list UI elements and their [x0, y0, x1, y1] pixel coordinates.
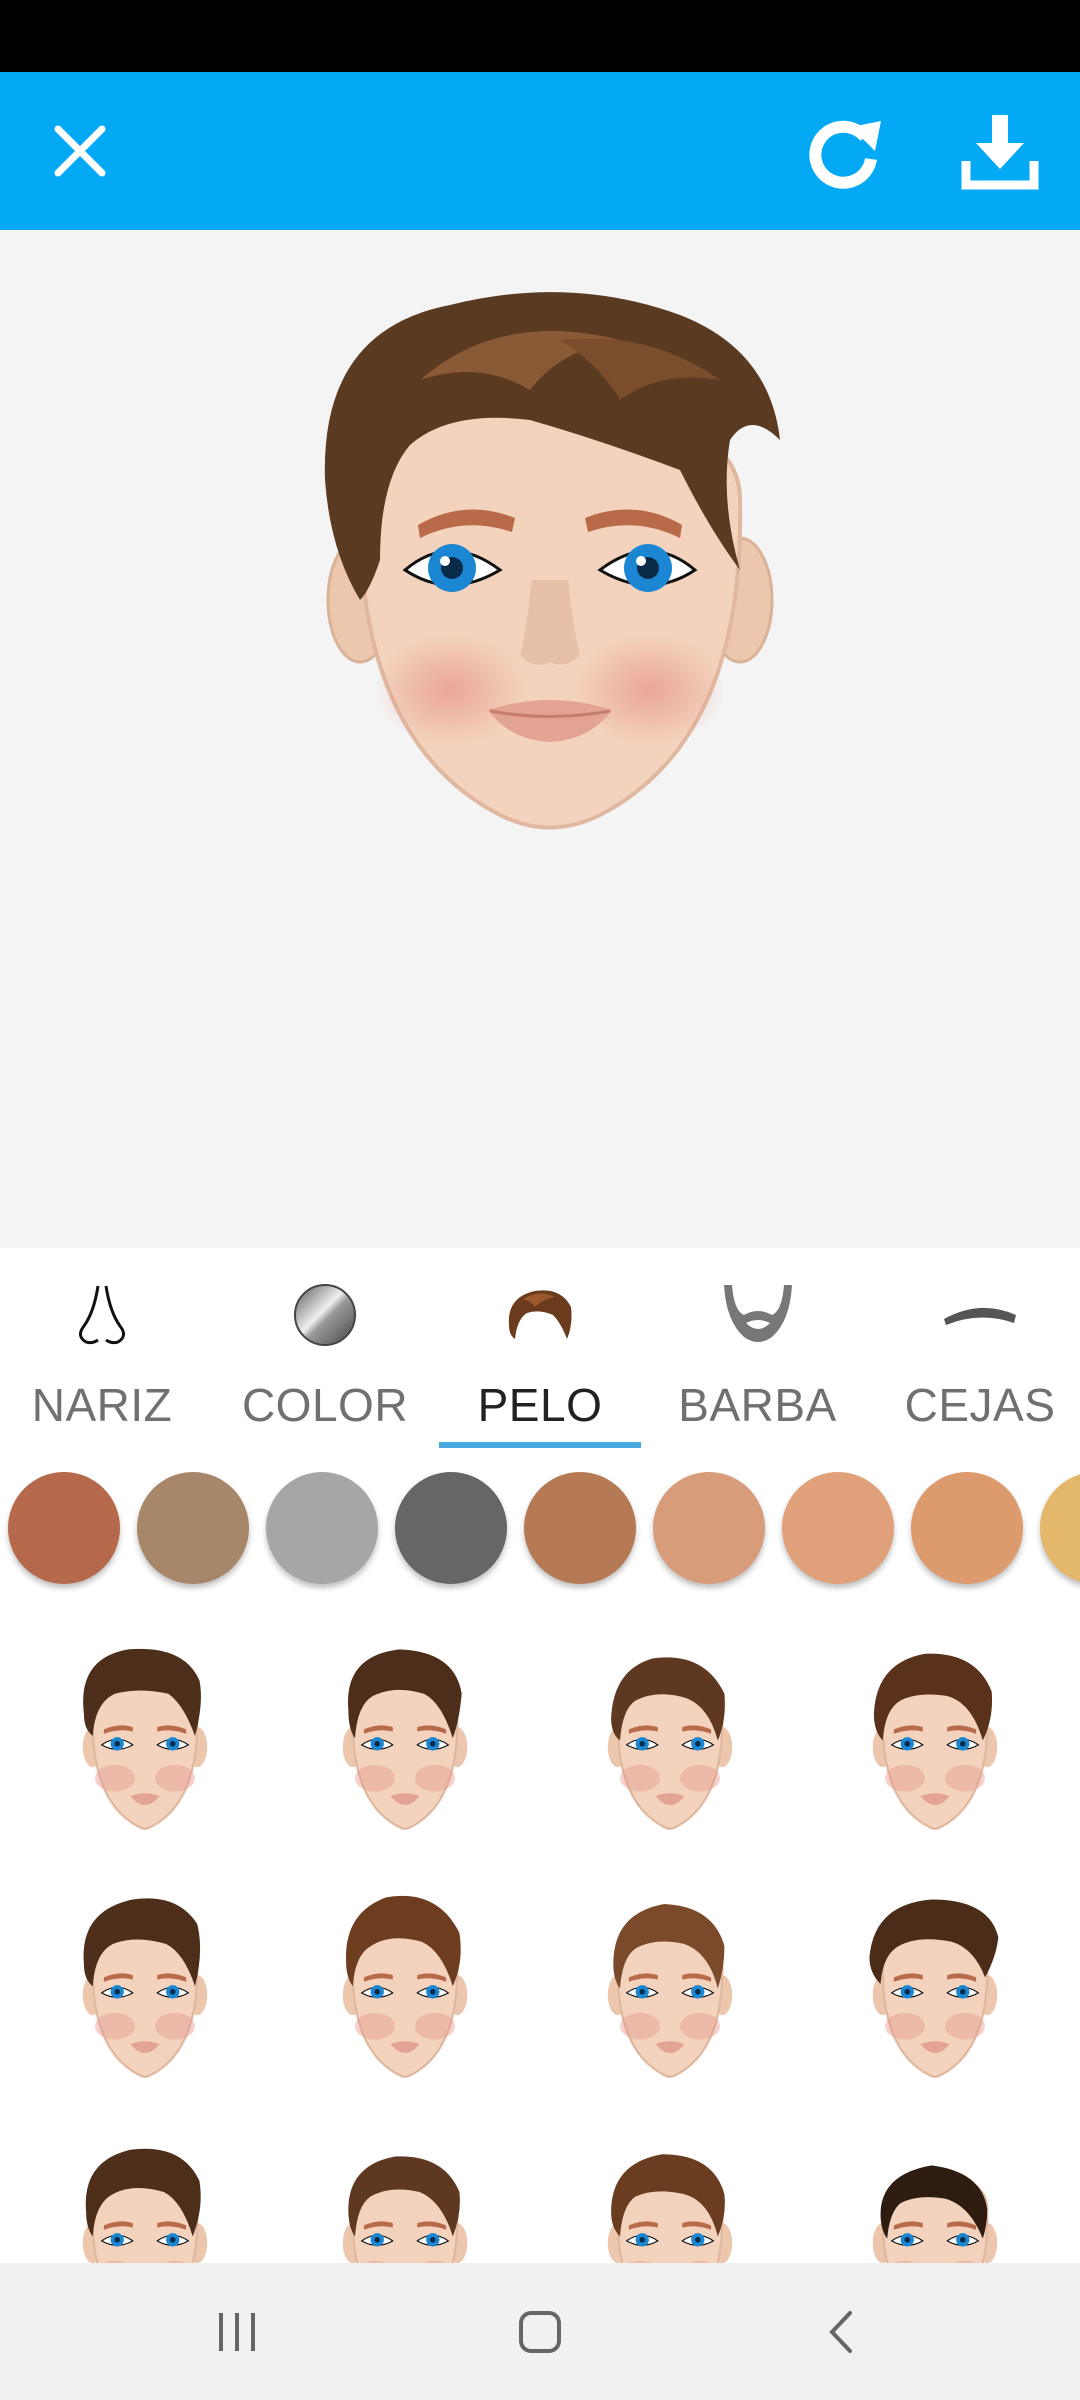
- home-button[interactable]: [460, 2263, 620, 2400]
- hairstyle-thumbnail: [82, 2148, 208, 2263]
- avatar-canvas: [0, 230, 1080, 1248]
- tab-label: BARBA: [678, 1379, 837, 1431]
- hair-color-swatch[interactable]: [524, 1472, 636, 1584]
- refresh-icon: [809, 120, 881, 189]
- hairstyle-option[interactable]: [585, 1636, 755, 1836]
- hairstyle-thumbnail: [342, 2156, 468, 2263]
- top-app-bar: [0, 72, 1080, 230]
- hair-color-swatch[interactable]: [266, 1472, 378, 1584]
- recents-button[interactable]: [158, 2263, 318, 2400]
- hairstyle-option[interactable]: [60, 1636, 230, 1836]
- hair-color-swatch[interactable]: [653, 1472, 765, 1584]
- hairstyle-thumbnail: [607, 1657, 733, 1830]
- hair-icon: [508, 1290, 572, 1339]
- avatar-preview: [324, 292, 780, 830]
- download-icon: [961, 115, 1039, 190]
- close-icon: [54, 125, 106, 177]
- tab-cejas[interactable]: CEJAS: [880, 1248, 1080, 1448]
- home-icon: [519, 2310, 561, 2353]
- tab-pelo[interactable]: PELO: [439, 1248, 641, 1448]
- tab-nariz[interactable]: NARIZ: [0, 1248, 204, 1448]
- hair-color-swatch[interactable]: [8, 1472, 120, 1584]
- tab-label: NARIZ: [31, 1379, 173, 1431]
- eyebrow-icon: [944, 1307, 1016, 1325]
- close-button[interactable]: [5, 72, 155, 230]
- hairstyle-thumbnail: [607, 1904, 733, 2078]
- hairstyle-option[interactable]: [850, 1636, 1020, 1836]
- hairstyle-thumbnail: [872, 2165, 998, 2263]
- tab-label: PELO: [477, 1379, 603, 1431]
- hairstyle-option[interactable]: [320, 1884, 490, 2084]
- hairstyle-thumbnail: [869, 1899, 999, 2078]
- beard-icon: [723, 1285, 792, 1342]
- hair-color-swatch[interactable]: [911, 1472, 1023, 1584]
- status-bar: [0, 0, 1080, 72]
- hairstyle-thumbnail: [342, 1895, 468, 2078]
- editor-panel: NARIZ COLOR PELO BARBA CEJAS: [0, 1248, 1080, 2263]
- hair-color-swatches: [0, 1460, 1080, 1595]
- hairstyle-thumbnail: [607, 2154, 733, 2263]
- hairstyle-option[interactable]: [60, 1884, 230, 2084]
- hairstyle-option[interactable]: [850, 2132, 1020, 2263]
- hairstyle-thumbnail: [82, 1898, 208, 2078]
- nose-icon: [79, 1285, 125, 1345]
- back-icon: [829, 2310, 852, 2353]
- download-button[interactable]: [925, 72, 1075, 230]
- tab-label: CEJAS: [904, 1379, 1056, 1431]
- tab-label: COLOR: [241, 1379, 409, 1431]
- hairstyle-option[interactable]: [60, 2132, 230, 2263]
- hairstyle-thumbnail: [342, 1649, 468, 1830]
- hair-color-swatch[interactable]: [395, 1472, 507, 1584]
- hairstyle-thumbnail: [872, 1653, 998, 1830]
- reset-button[interactable]: [768, 72, 918, 230]
- tab-color[interactable]: COLOR: [220, 1248, 430, 1448]
- hair-color-swatch[interactable]: [1040, 1472, 1080, 1584]
- hair-color-swatch[interactable]: [137, 1472, 249, 1584]
- hairstyle-option[interactable]: [585, 2132, 755, 2263]
- hairstyle-thumbnail: [82, 1648, 208, 1830]
- system-navigation-bar: [0, 2263, 1080, 2400]
- back-button[interactable]: [762, 2263, 922, 2400]
- hairstyle-option[interactable]: [850, 1884, 1020, 2084]
- tab-barba[interactable]: BARBA: [660, 1248, 855, 1448]
- hairstyle-grid: [0, 1608, 1080, 2263]
- hairstyle-option[interactable]: [585, 1884, 755, 2084]
- color-icon: [294, 1284, 356, 1346]
- hairstyle-option[interactable]: [320, 1636, 490, 1836]
- active-tab-indicator: [439, 1442, 641, 1448]
- recents-icon: [219, 2312, 255, 2351]
- hairstyle-option[interactable]: [320, 2132, 490, 2263]
- hair-color-swatch[interactable]: [782, 1472, 894, 1584]
- category-tabs: NARIZ COLOR PELO BARBA CEJAS: [0, 1248, 1080, 1448]
